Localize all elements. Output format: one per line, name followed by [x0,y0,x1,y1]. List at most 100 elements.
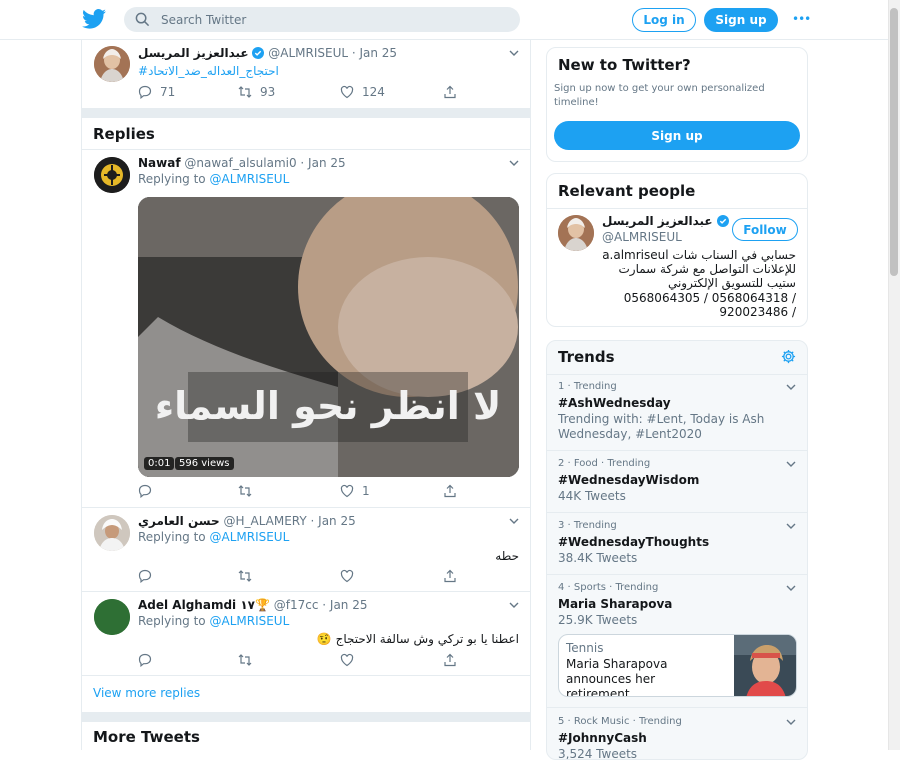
reply-button[interactable] [138,569,160,583]
handle-date[interactable]: @nawaf_alsulami0 · Jan 25 [184,156,345,170]
chevron-down-icon[interactable] [785,716,797,728]
like-button[interactable] [340,653,362,667]
share-button[interactable] [443,569,465,583]
avatar[interactable] [94,599,130,635]
person-handle[interactable]: @ALMRISEUL [602,230,682,244]
tweet-actions [138,569,518,585]
display-name[interactable]: حسن العامري [138,514,220,528]
avatar[interactable] [94,46,130,82]
bio-line: 920023486 / [719,304,796,319]
trend-item[interactable]: 5 · Rock Music · Trending #JohnnyCash 3,… [547,708,807,760]
reply-button[interactable]: 71 [138,85,175,99]
share-button[interactable] [443,653,465,667]
trend-meta: 5 · Rock Music · Trending [558,716,682,727]
reply-tweet[interactable]: Adel Alghamdi ١٧🏆 @f17cc · Jan 25 Replyi… [82,592,530,676]
mention-link[interactable]: @ALMRISEUL [209,172,289,186]
divider [547,208,807,209]
replies-title: Replies [93,125,155,143]
retweet-button[interactable] [238,569,260,583]
like-button[interactable]: 1 [340,484,370,498]
display-name[interactable]: Nawaf [138,156,181,170]
reply-icon [138,85,152,99]
main-tweet[interactable]: عبدالعزيز المريسل @ALMRISEUL · Jan 25 #ا… [82,40,530,108]
trend-item[interactable]: 1 · Trending #AshWednesday Trending with… [547,375,807,451]
reply-tweet[interactable]: Nawaf @nawaf_alsulami0 · Jan 25 Replying… [82,150,530,508]
retweet-button[interactable] [238,653,260,667]
share-button[interactable] [443,85,465,99]
chevron-down-icon[interactable] [785,520,797,532]
more-options-icon[interactable]: ••• [792,12,811,26]
video-time: 0:01 [144,457,175,470]
reply-button[interactable] [138,653,160,667]
retweet-button[interactable] [238,484,260,498]
replying-prefix: Replying to [138,172,206,186]
reply-tweet[interactable]: حسن العامري @H_ALAMERY · Jan 25 Replying… [82,508,530,592]
main-column: عبدالعزيز المريسل @ALMRISEUL · Jan 25 #ا… [81,40,531,750]
tweet-header: حسن العامري @H_ALAMERY · Jan 25 [138,514,356,528]
handle-date[interactable]: @f17cc · Jan 25 [274,598,368,612]
avatar[interactable] [558,215,594,251]
display-name[interactable]: Adel Alghamdi ١٧🏆 [138,598,270,612]
login-button[interactable]: Log in [632,8,696,32]
reply-count: 71 [160,85,176,99]
avatar[interactable] [94,515,130,551]
settings-gear-icon[interactable] [781,349,796,364]
tweet-text: اعطنا يا بو تركي وش سالفة الاحتجاج 🤨 [316,632,519,646]
top-bar: Search Twitter Log in Sign up ••• [0,0,888,40]
view-more-replies-link[interactable]: View more replies [93,686,200,700]
trend-name: #JohnnyCash [558,731,647,745]
tweet-actions [138,653,518,669]
scrollbar-thumb[interactable] [890,8,898,276]
chevron-down-icon[interactable] [785,458,797,470]
handle-date[interactable]: @ALMRISEUL · Jan 25 [268,46,397,60]
chevron-down-icon[interactable] [508,515,520,527]
heart-icon [340,484,354,498]
handle-date[interactable]: @H_ALAMERY · Jan 25 [223,514,355,528]
signup-card-button[interactable]: Sign up [554,121,800,150]
new-to-twitter-card: New to Twitter? Sign up now to get your … [546,47,808,162]
chevron-down-icon[interactable] [508,599,520,611]
trend-item[interactable]: 2 · Food · Trending #WednesdayWisdom 44K… [547,451,807,513]
retweet-count: 93 [260,85,276,99]
search-input[interactable]: Search Twitter [124,7,520,32]
share-icon [444,653,456,667]
follow-button[interactable]: Follow [732,218,798,241]
trend-count: 3,524 Tweets [558,747,638,760]
reply-button[interactable] [138,484,160,498]
video-player[interactable]: لا انظر نحو السماء 0:01 596 views [138,197,519,477]
section-separator [82,712,530,722]
chevron-down-icon[interactable] [785,381,797,393]
person-name[interactable]: عبدالعزيز المريسل [602,214,729,228]
hashtag-link[interactable]: #احتجاج_العداله_ضد_الاتحاد [138,64,279,78]
trend-item[interactable]: 3 · Trending #WednesdayThoughts 38.4K Tw… [547,513,807,575]
card-title: Relevant people [558,182,696,200]
twitter-logo-icon[interactable] [82,9,106,29]
heart-icon [340,653,354,667]
display-name[interactable]: عبدالعزيز المريسل [138,46,249,60]
like-button[interactable]: 124 [340,85,385,99]
retweet-button[interactable]: 93 [238,85,275,99]
trend-count: 38.4K Tweets [558,551,638,565]
like-count: 1 [362,484,370,498]
signup-button[interactable]: Sign up [704,8,778,32]
bio-line: حسابي في السناب شات a.almriseul [602,248,796,262]
mention-link[interactable]: @ALMRISEUL [209,614,289,628]
trend-item[interactable]: 4 · Sports · Trending Maria Sharapova 25… [547,575,807,708]
share-button[interactable] [443,484,465,498]
search-icon [135,12,150,27]
bio-line: ستيب للتسويق الإلكتروني [667,276,796,291]
trend-meta: 4 · Sports · Trending [558,582,659,593]
trend-name: #AshWednesday [558,396,671,410]
replying-prefix: Replying to [138,530,206,544]
like-button[interactable] [340,569,362,583]
trend-news-card[interactable]: Tennis Maria Sharapova announces her ret… [558,634,797,697]
person-display-name: عبدالعزيز المريسل [602,214,713,228]
scrollbar[interactable] [888,0,900,750]
share-icon [444,569,456,583]
chevron-down-icon[interactable] [508,157,520,169]
mention-link[interactable]: @ALMRISEUL [209,530,289,544]
avatar[interactable] [94,157,130,193]
news-category: Tennis [566,641,604,655]
chevron-down-icon[interactable] [785,582,797,594]
chevron-down-icon[interactable] [508,47,520,59]
